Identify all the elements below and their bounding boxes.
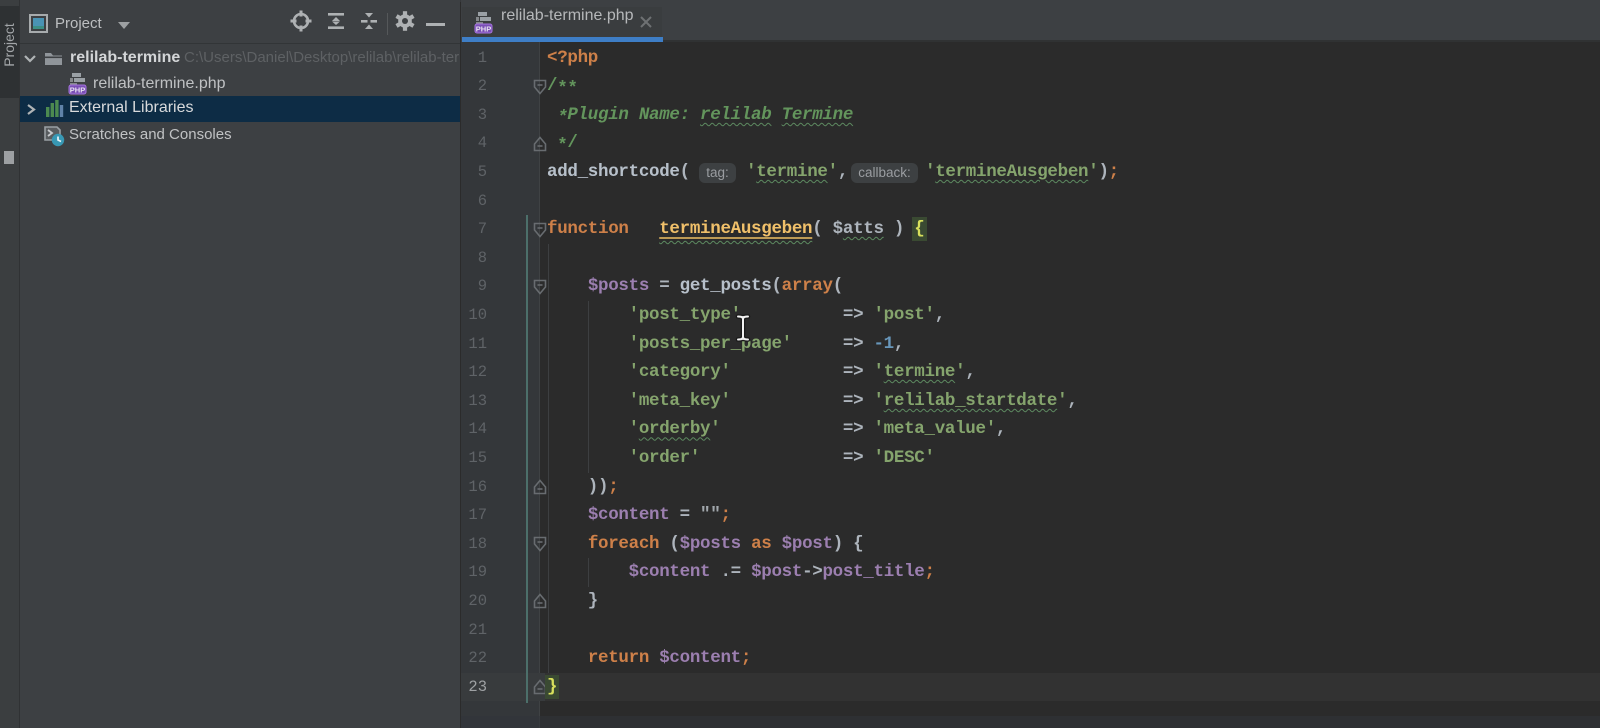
svg-text:PHP: PHP [70, 86, 85, 95]
svg-text:PHP: PHP [476, 25, 491, 34]
